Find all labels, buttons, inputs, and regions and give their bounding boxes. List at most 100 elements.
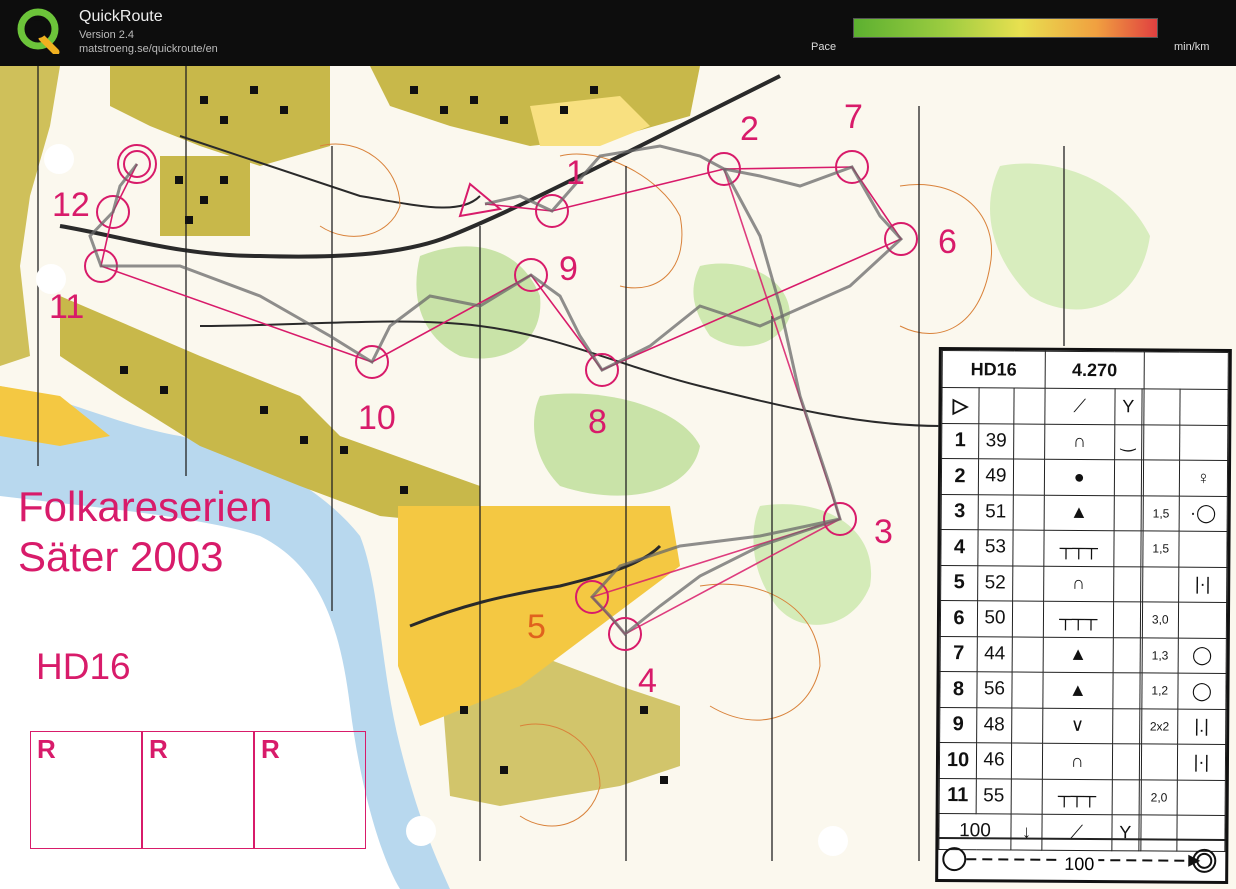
control-col3 (1013, 494, 1045, 531)
control-num: 5 (940, 565, 978, 601)
relay-box: R (142, 731, 254, 849)
control-extra (1112, 672, 1141, 709)
control-dimension: 1,2 (1141, 672, 1178, 709)
control-dimension: 1,3 (1141, 637, 1179, 674)
punch-hole (44, 144, 74, 174)
control-detail (1179, 424, 1228, 461)
control-extra (1113, 495, 1142, 531)
description-row: 3 51 ▲ 1,5 ·◯ (941, 494, 1228, 532)
orienteering-map[interactable]: Folkareserien Säter 2003 HD16 R R R 1 2 … (0, 66, 1236, 889)
pace-label: Pace (811, 41, 837, 53)
control-feature: ┬┬┬ (1042, 778, 1112, 815)
app-title: QuickRoute (79, 8, 163, 25)
control-code: 46 (976, 742, 1012, 779)
control-code: 49 (978, 458, 1014, 495)
relay-box-label: R (37, 734, 56, 764)
punch-hole (36, 264, 66, 294)
quickroute-logo-icon (17, 8, 60, 54)
start-col4: ⟋ (1044, 388, 1115, 425)
description-row: 4 53 ┬┬┬ 1,5 (940, 529, 1228, 567)
start-symbol-icon: ▷ (941, 387, 980, 424)
control-col3 (1012, 601, 1044, 637)
green-area (534, 393, 700, 496)
control-extra (1113, 530, 1142, 567)
control-num: 2 (941, 458, 979, 495)
control-code: 56 (976, 671, 1013, 708)
description-table: HD16 4.270 ▷ ⟋ Y 1 39 ∩ ‿ 2 49 ● ♀ 3 51 ▲ 1,5 ·◯ 4 53 ┬… (938, 350, 1229, 851)
control-number-4: 4 (638, 662, 657, 700)
control-col3 (1011, 743, 1043, 779)
control-number-3: 3 (874, 513, 893, 551)
app-header: QuickRoute Version 2.4 matstroeng.se/qui… (0, 0, 1236, 66)
relay-box-label: R (149, 734, 168, 764)
event-title: Folkareserien Säter 2003 (18, 482, 272, 582)
control-detail: |·| (1178, 566, 1227, 603)
control-col3 (1012, 565, 1044, 602)
finish-line-row: 100 (938, 836, 1226, 881)
control-extra (1112, 601, 1141, 638)
control-feature: ● (1044, 459, 1115, 496)
finish-distance: 100 (1060, 853, 1099, 876)
description-row: 11 55 ┬┬┬ 2,0 (939, 777, 1226, 816)
control-detail: ◯ (1177, 673, 1227, 709)
event-title-line2: Säter 2003 (18, 533, 224, 580)
control-number-9: 9 (559, 250, 578, 288)
control-num: 9 (939, 706, 977, 743)
control-detail: ◯ (1177, 637, 1227, 674)
control-feature: ▲ (1044, 494, 1114, 531)
control-dimension: 2x2 (1141, 708, 1178, 745)
control-number-10: 10 (358, 399, 396, 437)
control-dimension: 1,5 (1142, 530, 1179, 567)
control-detail (1176, 779, 1226, 816)
control-dimension (1141, 743, 1178, 780)
control-col3 (1011, 778, 1043, 815)
control-col3 (1012, 636, 1044, 673)
description-rows: 1 39 ∩ ‿ 2 49 ● ♀ 3 51 ▲ 1,5 ·◯ 4 53 ┬┬┬ 1,5 5 52 ∩ |·| 6 50 ┬┬… (939, 423, 1228, 816)
control-description-sheet: HD16 4.270 ▷ ⟋ Y 1 39 ∩ ‿ 2 49 ● ♀ 3 51 ▲ 1,5 ·◯ 4 53 ┬… (935, 346, 1232, 885)
green-area (693, 263, 790, 347)
control-extra (1111, 743, 1140, 780)
control-number-2: 2 (740, 110, 759, 148)
control-code: 39 (978, 423, 1014, 460)
control-num: 7 (940, 636, 978, 672)
control-col3 (1012, 530, 1045, 566)
control-code: 50 (977, 600, 1013, 637)
control-dimension (1143, 424, 1180, 461)
control-feature: ∩ (1042, 743, 1113, 780)
punch-hole (818, 826, 848, 856)
app-version: Version 2.4 (79, 29, 135, 41)
control-detail (1178, 602, 1227, 638)
description-row: 7 44 ▲ 1,3 ◯ (940, 636, 1227, 674)
description-row: 8 56 ▲ 1,2 ◯ (939, 671, 1227, 709)
control-number-5: 5 (527, 608, 546, 646)
control-code: 48 (976, 707, 1012, 744)
control-number-11: 11 (49, 288, 85, 326)
description-header-row: HD16 4.270 (942, 350, 1229, 390)
pace-color-scale (853, 18, 1158, 38)
control-col3 (1013, 423, 1045, 460)
control-extra (1111, 779, 1140, 815)
control-number-7: 7 (844, 98, 863, 136)
control-number-8: 8 (588, 403, 607, 441)
control-feature: ▲ (1042, 672, 1113, 709)
description-class: HD16 (942, 350, 1046, 389)
description-row: 6 50 ┬┬┬ 3,0 (940, 600, 1227, 638)
control-num: 8 (939, 671, 978, 708)
green-area (753, 504, 872, 625)
start-triangle (458, 182, 503, 218)
control-extra: ‿ (1114, 424, 1142, 460)
control-code: 44 (977, 636, 1013, 673)
app-url-link[interactable]: matstroeng.se/quickroute/en (79, 43, 218, 55)
control-num: 6 (940, 600, 978, 637)
control-code: 52 (977, 565, 1013, 602)
control-num: 4 (940, 529, 979, 566)
control-feature: ∨ (1042, 707, 1113, 744)
control-detail: |.| (1177, 708, 1226, 745)
control-feature: ┬┬┬ (1043, 530, 1114, 567)
control-dimension: 2,0 (1140, 779, 1178, 816)
start-col5: Y (1114, 388, 1143, 425)
control-detail: |·| (1177, 744, 1226, 780)
control-extra (1113, 566, 1141, 602)
control-col3 (1011, 707, 1043, 744)
control-num: 3 (941, 494, 979, 530)
